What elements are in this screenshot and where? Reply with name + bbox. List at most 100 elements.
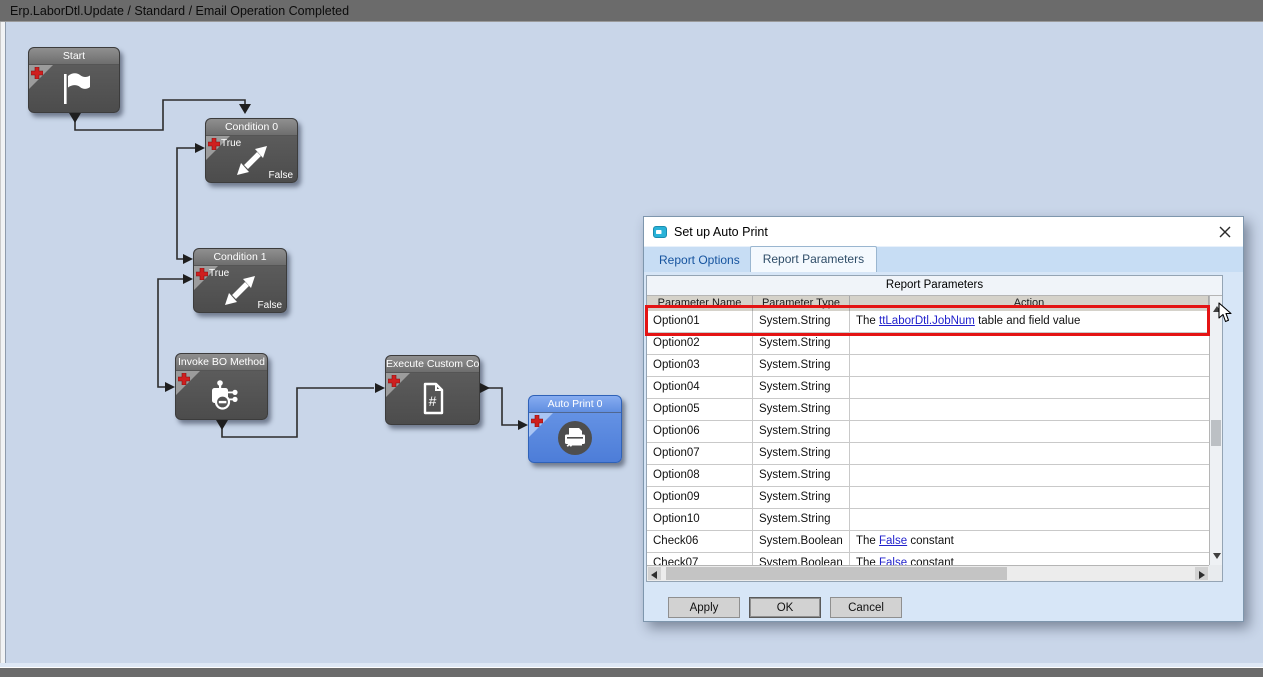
action-prefix: The xyxy=(856,315,879,327)
tab-report-options[interactable]: Report Options xyxy=(649,249,750,272)
add-plus-icon[interactable] xyxy=(531,415,543,427)
action-prefix: The xyxy=(856,557,879,565)
action-link[interactable]: False xyxy=(879,535,907,547)
node-title: Execute Custom Co xyxy=(386,356,479,373)
cell-action xyxy=(850,333,1209,354)
scroll-right-icon[interactable] xyxy=(1195,567,1208,580)
cell-parameter-name: Check07 xyxy=(647,553,753,565)
table-row[interactable]: Check07 System.Boolean The False constan… xyxy=(647,553,1209,565)
cell-parameter-name: Option07 xyxy=(647,443,753,464)
cell-action xyxy=(850,465,1209,486)
table-row[interactable]: Option09 System.String xyxy=(647,487,1209,509)
cell-parameter-type: System.Boolean xyxy=(753,531,850,552)
cancel-button[interactable]: Cancel xyxy=(830,597,902,618)
add-plus-icon[interactable] xyxy=(208,138,220,150)
window-icon xyxy=(653,226,667,238)
column-header-action[interactable]: Action xyxy=(850,296,1209,312)
horizontal-scrollbar[interactable] xyxy=(647,565,1209,581)
node-start[interactable]: Start xyxy=(28,47,120,113)
workflow-title-bar: Erp.LaborDtl.Update / Standard / Email O… xyxy=(0,0,1263,22)
action-link[interactable]: ttLaborDtl.JobNum xyxy=(879,315,975,327)
node-title: Auto Print 0 xyxy=(529,396,621,413)
cell-parameter-name: Option01 xyxy=(647,311,753,332)
close-icon[interactable] xyxy=(1216,223,1234,241)
cell-parameter-name: Option10 xyxy=(647,509,753,530)
cell-parameter-type: System.String xyxy=(753,487,850,508)
cell-action xyxy=(850,509,1209,530)
action-prefix: The xyxy=(856,535,879,547)
canvas-left-splitter[interactable] xyxy=(0,22,6,663)
table-group-header: Report Parameters xyxy=(647,276,1222,296)
flag-icon xyxy=(55,71,93,107)
table-row[interactable]: Check06 System.Boolean The False constan… xyxy=(647,531,1209,553)
node-auto-print-0[interactable]: Auto Print 0 xyxy=(528,395,622,463)
port-start-out xyxy=(69,113,81,123)
table-row[interactable]: Option07 System.String xyxy=(647,443,1209,465)
column-header-parameter-name[interactable]: Parameter Name xyxy=(647,296,753,312)
apply-button[interactable]: Apply xyxy=(668,597,740,618)
port-execute-out xyxy=(480,383,490,393)
node-execute-custom-code[interactable]: Execute Custom Co # xyxy=(385,355,480,425)
cell-action xyxy=(850,421,1209,442)
method-call-icon xyxy=(203,379,241,411)
table-row[interactable]: Option03 System.String xyxy=(647,355,1209,377)
code-document-icon: # xyxy=(418,381,448,417)
scroll-up-icon[interactable] xyxy=(1213,306,1221,312)
node-title: Invoke BO Method xyxy=(176,354,267,371)
scroll-left-icon[interactable] xyxy=(648,567,661,580)
table-row[interactable]: Option08 System.String xyxy=(647,465,1209,487)
add-plus-icon[interactable] xyxy=(196,268,208,280)
node-condition-1[interactable]: Condition 1 True False xyxy=(193,248,287,313)
dialog-tab-strip: Report Options Report Parameters xyxy=(644,246,1243,272)
cell-parameter-name: Option09 xyxy=(647,487,753,508)
table-row[interactable]: Option04 System.String xyxy=(647,377,1209,399)
cell-parameter-type: System.String xyxy=(753,355,850,376)
scroll-down-icon[interactable] xyxy=(1213,553,1221,559)
add-plus-icon[interactable] xyxy=(388,375,400,387)
column-header-parameter-type[interactable]: Parameter Type xyxy=(753,296,850,312)
table-row[interactable]: Option01 System.String The ttLaborDtl.Jo… xyxy=(647,311,1209,333)
cell-parameter-type: System.String xyxy=(753,377,850,398)
table-row[interactable]: Option02 System.String xyxy=(647,333,1209,355)
horizontal-scroll-thumb[interactable] xyxy=(666,567,1007,580)
cell-parameter-type: System.String xyxy=(753,399,850,420)
port-invoke-in xyxy=(165,382,175,392)
tab-report-parameters[interactable]: Report Parameters xyxy=(750,246,877,272)
cell-parameter-name: Option08 xyxy=(647,465,753,486)
cell-parameter-type: System.Boolean xyxy=(753,553,850,565)
double-diagonal-arrow-icon xyxy=(221,272,259,306)
port-execute-in xyxy=(375,383,385,393)
action-suffix: constant xyxy=(907,557,954,565)
table-row[interactable]: Option05 System.String xyxy=(647,399,1209,421)
action-suffix: constant xyxy=(907,535,954,547)
dialog-title-bar[interactable]: Set up Auto Print xyxy=(644,217,1243,246)
dialog-buttons: Apply OK Cancel xyxy=(668,597,902,618)
ok-button[interactable]: OK xyxy=(749,597,821,618)
cell-parameter-name: Option05 xyxy=(647,399,753,420)
node-invoke-bo-method[interactable]: Invoke BO Method xyxy=(175,353,268,420)
cell-action: The False constant xyxy=(850,553,1209,565)
param-rows: Option01 System.String The ttLaborDtl.Jo… xyxy=(647,311,1209,565)
table-row[interactable]: Option10 System.String xyxy=(647,509,1209,531)
cell-parameter-name: Check06 xyxy=(647,531,753,552)
cell-action xyxy=(850,399,1209,420)
add-plus-icon[interactable] xyxy=(31,67,43,79)
cell-parameter-name: Option02 xyxy=(647,333,753,354)
cell-action xyxy=(850,355,1209,376)
cell-action: The ttLaborDtl.JobNum table and field va… xyxy=(850,311,1209,332)
cell-parameter-type: System.String xyxy=(753,311,850,332)
vertical-scroll-thumb[interactable] xyxy=(1211,420,1221,446)
add-plus-icon[interactable] xyxy=(178,373,190,385)
action-link[interactable]: False xyxy=(879,557,907,565)
double-diagonal-arrow-icon xyxy=(233,142,271,176)
vertical-scrollbar[interactable] xyxy=(1209,296,1222,565)
node-title: Condition 0 xyxy=(206,119,297,136)
table-row[interactable]: Option06 System.String xyxy=(647,421,1209,443)
scrollbar-corner xyxy=(1209,565,1222,581)
cell-parameter-type: System.String xyxy=(753,333,850,354)
cell-parameter-type: System.String xyxy=(753,465,850,486)
action-suffix: table and field value xyxy=(975,315,1081,327)
node-condition-0[interactable]: Condition 0 True False xyxy=(205,118,298,183)
port-condition0-top-in xyxy=(239,104,251,114)
cell-parameter-name: Option04 xyxy=(647,377,753,398)
